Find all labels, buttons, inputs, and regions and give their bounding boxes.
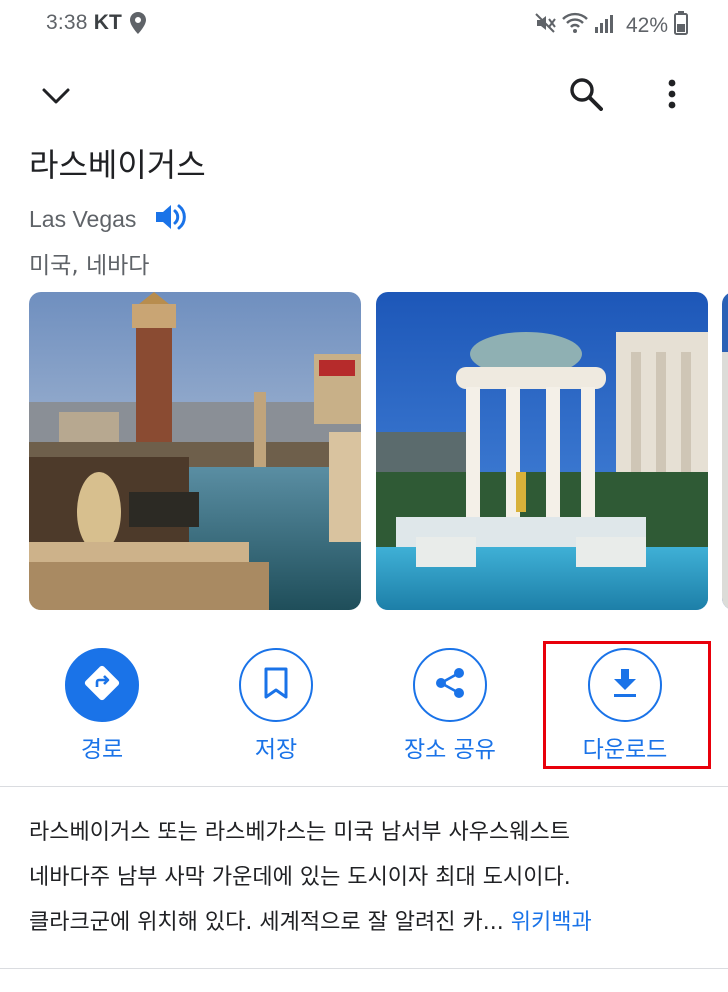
top-app-bar — [0, 60, 728, 132]
place-subtitle-row: Las Vegas — [29, 200, 190, 238]
search-button[interactable] — [558, 68, 614, 124]
caesars-fountain-photo-image — [376, 292, 708, 610]
place-title: 라스베이거스 — [29, 146, 206, 184]
speaker-icon — [154, 202, 188, 236]
pronounce-button[interactable] — [152, 200, 190, 238]
section-divider — [0, 786, 728, 787]
section-divider — [0, 968, 728, 969]
route-label: 경로 — [80, 737, 124, 763]
wikipedia-link[interactable]: 위키백과 — [511, 910, 592, 935]
share-button-circle — [413, 648, 487, 722]
location-pin-icon — [130, 12, 146, 40]
status-right: 42% — [534, 11, 688, 41]
mute-icon — [534, 12, 556, 40]
chevron-down-icon — [41, 86, 71, 110]
description-line-text: 클라크군에 위치해 있다. 세계적으로 잘 알려진 카... — [29, 910, 504, 935]
share-icon — [433, 666, 467, 704]
battery-level: 42% — [625, 14, 668, 37]
status-time-value: 3:38 — [46, 11, 88, 34]
collapse-button[interactable] — [28, 70, 84, 126]
signal-icon — [594, 12, 618, 40]
wifi-icon — [562, 12, 588, 40]
description-line: 네바다주 남부 사막 가운데에 있는 도시이자 최대 도시이다. — [29, 865, 571, 890]
place-photo-partial[interactable] — [722, 292, 728, 610]
status-carrier: KT — [93, 11, 123, 34]
bookmark-icon — [263, 667, 289, 703]
more-options-button[interactable] — [644, 68, 700, 124]
place-photo[interactable] — [376, 292, 708, 610]
status-time: 3:38 KT — [46, 11, 122, 35]
place-photo[interactable] — [29, 292, 361, 610]
route-button-circle — [65, 648, 139, 722]
place-region: 미국, 네바다 — [29, 253, 150, 279]
description-line-last: 클라크군에 위치해 있다. 세계적으로 잘 알려진 카... 위키백과 — [29, 900, 709, 945]
route-button[interactable]: 경로 — [32, 648, 172, 764]
save-label: 저장 — [254, 737, 298, 763]
highlight-annotation — [543, 641, 711, 769]
partial-photo-image — [722, 292, 728, 610]
search-icon — [569, 77, 603, 115]
share-place-button[interactable]: 장소 공유 — [380, 648, 520, 764]
status-bar: 3:38 KT 42% — [0, 0, 728, 48]
more-vert-icon — [668, 79, 676, 113]
save-button[interactable]: 저장 — [206, 648, 346, 764]
venetian-photo-image — [29, 292, 361, 610]
save-button-circle — [239, 648, 313, 722]
place-description: 라스베이거스 또는 라스베가스는 미국 남서부 사우스웨스트 네바다주 남부 사… — [29, 810, 709, 945]
place-subtitle: Las Vegas — [29, 205, 137, 232]
description-line: 라스베이거스 또는 라스베가스는 미국 남서부 사우스웨스트 — [29, 820, 570, 845]
share-label: 장소 공유 — [404, 737, 496, 763]
directions-icon — [82, 663, 122, 707]
battery-icon — [674, 11, 688, 41]
